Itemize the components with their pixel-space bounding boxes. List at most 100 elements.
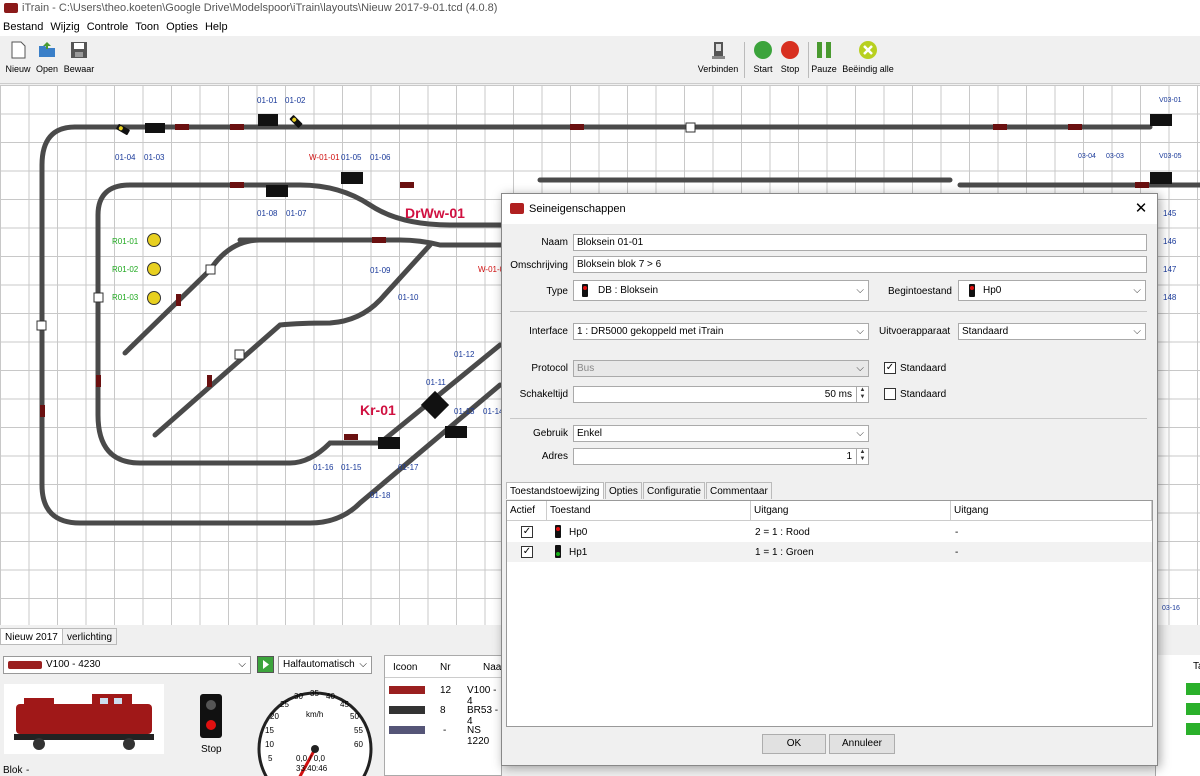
dial-number: 60	[354, 740, 363, 749]
connect-button[interactable]: Verbinden	[696, 40, 740, 74]
stop-signal-icon[interactable]	[200, 694, 222, 738]
loco-select[interactable]: V100 - 4230 ⌵	[3, 656, 251, 674]
standard-label-2: Standaard	[900, 389, 947, 400]
col-ta[interactable]: Ta	[1193, 661, 1200, 672]
block-label: 01-05	[341, 153, 362, 162]
ok-button[interactable]: OK	[762, 734, 826, 754]
tab-configuration[interactable]: Configuratie	[643, 482, 705, 499]
window-title-bar: iTrain - C:\Users\theo.koeten\Google Dri…	[0, 0, 1200, 18]
status-bar-icon	[1186, 703, 1200, 715]
cancel-button[interactable]: Annuleer	[829, 734, 895, 754]
table-row[interactable]: ✓ Hp1 1 = 1 : Groen -	[507, 542, 1152, 562]
col-active[interactable]: Actief	[507, 501, 547, 521]
switch-time-value: 50 ms	[824, 389, 852, 400]
save-button[interactable]: Bewaar	[62, 40, 96, 74]
col-icon[interactable]: Icoon	[393, 662, 417, 673]
stop-label: Stop	[780, 64, 800, 74]
stop-label: Stop	[201, 744, 222, 755]
menu-toon[interactable]: Toon	[132, 18, 163, 33]
block-label: 01-18	[370, 491, 391, 500]
use-select[interactable]: Enkel ⌵	[573, 425, 869, 442]
clock-time: 33:40:46	[296, 764, 328, 773]
table-row[interactable]: 8 BR53 - 4	[385, 700, 503, 727]
open-button[interactable]: Open	[30, 40, 64, 74]
end-all-button[interactable]: Beëindig alle	[840, 40, 896, 74]
loco-select-value: V100 - 4230	[46, 659, 101, 670]
col-output-2[interactable]: Uitgang	[951, 501, 1152, 521]
signal-properties-dialog: Seineigenschappen ✕ Naam Bloksein 01-01 …	[501, 193, 1158, 766]
tab-nieuw-2017[interactable]: Nieuw 2017	[0, 628, 63, 645]
signal-icon[interactable]	[1150, 172, 1172, 184]
use-label: Gebruik	[532, 428, 568, 439]
dial-number: 20	[270, 712, 279, 721]
loco-icon	[389, 706, 425, 714]
interface-label: Interface	[529, 326, 568, 337]
pause-button[interactable]: Pauze	[807, 40, 841, 74]
signal-lamp-red	[206, 720, 216, 730]
switch-label: W-01-01	[309, 153, 340, 162]
spinner-arrows-icon[interactable]: ▲ ▼	[856, 449, 868, 464]
mode-select[interactable]: Halfautomatisch ⌵	[278, 656, 372, 674]
tab-verlichting[interactable]: verlichting	[62, 628, 118, 645]
col-nr[interactable]: Nr	[440, 662, 451, 673]
route-button-icon[interactable]	[147, 262, 161, 276]
signal-icon[interactable]	[341, 172, 363, 184]
switch-time-field[interactable]: 50 ms ▲ ▼	[573, 386, 869, 403]
menu-help[interactable]: Help	[202, 18, 232, 33]
type-select[interactable]: DB : Bloksein ⌵	[573, 280, 869, 301]
signal-icon[interactable]	[445, 426, 467, 438]
play-button[interactable]	[257, 656, 274, 673]
table-row[interactable]: - NS 1220	[385, 720, 503, 747]
signal-icon[interactable]	[266, 185, 288, 197]
menu-wijzig[interactable]: Wijzig	[47, 18, 83, 33]
begin-state-label: Begintoestand	[888, 286, 952, 297]
speedometer[interactable]: km/h 0,0 / 0,0 33:40:46 5 10 15 20 25 30…	[256, 682, 374, 776]
active-checkbox[interactable]: ✓	[521, 526, 533, 538]
mode-value: Halfautomatisch	[283, 659, 355, 670]
route-button-icon[interactable]	[147, 233, 161, 247]
description-field[interactable]: Bloksein blok 7 > 6	[573, 256, 1147, 273]
signal-icon[interactable]	[145, 123, 165, 133]
right-label: 146	[1163, 237, 1177, 246]
route-label: R01-03	[112, 293, 139, 302]
name-field[interactable]: Bloksein 01-01	[573, 234, 1147, 251]
signal-icon[interactable]	[1150, 114, 1172, 126]
output-device-select[interactable]: Standaard ⌵	[958, 323, 1146, 340]
block-label: 01-03	[144, 153, 165, 162]
spinner-arrows-icon[interactable]: ▲ ▼	[856, 387, 868, 402]
col-state[interactable]: Toestand	[547, 501, 751, 521]
dial-number: 45	[340, 700, 349, 709]
tab-comment[interactable]: Commentaar	[706, 482, 772, 499]
active-checkbox[interactable]: ✓	[521, 546, 533, 558]
col-name[interactable]: Naa	[483, 662, 501, 673]
toolbar-separator	[744, 42, 745, 78]
standard-protocol-checkbox[interactable]: ✓	[884, 362, 896, 374]
address-field[interactable]: 1 ▲ ▼	[573, 448, 869, 465]
signal-icon[interactable]	[378, 437, 400, 449]
standard-time-checkbox[interactable]	[884, 388, 896, 400]
loco-nr: 8	[440, 705, 446, 716]
menu-controle[interactable]: Controle	[84, 18, 133, 33]
route-button-icon[interactable]	[147, 291, 161, 305]
status-bar-icon	[1186, 683, 1200, 695]
output-device-value: Standaard	[962, 326, 1009, 337]
loco-icon	[389, 726, 425, 734]
tab-options[interactable]: Opties	[605, 482, 642, 499]
begin-state-select[interactable]: Hp0 ⌵	[958, 280, 1146, 301]
close-icon[interactable]: ✕	[1130, 199, 1152, 219]
tab-state-assignment[interactable]: Toestandstoewijzing	[506, 482, 604, 499]
stop-button[interactable]: Stop	[773, 40, 807, 74]
table-row[interactable]: 12 V100 - 4	[385, 680, 503, 707]
table-row[interactable]: ✓ Hp0 2 = 1 : Rood -	[507, 522, 1152, 542]
connect-icon	[708, 40, 728, 60]
signal-icon[interactable]	[258, 114, 278, 126]
dial-number: 35	[310, 689, 319, 698]
block-label: 01-17	[398, 463, 419, 472]
protocol-select[interactable]: Bus ⌵	[573, 360, 869, 377]
col-output-1[interactable]: Uitgang	[751, 501, 951, 521]
chevron-down-icon: ⌵	[238, 659, 246, 670]
menu-opties[interactable]: Opties	[163, 18, 202, 33]
block-label: 01-13	[454, 407, 475, 416]
menu-bestand[interactable]: Bestand	[0, 18, 47, 33]
interface-select[interactable]: 1 : DR5000 gekoppeld met iTrain ⌵	[573, 323, 869, 340]
